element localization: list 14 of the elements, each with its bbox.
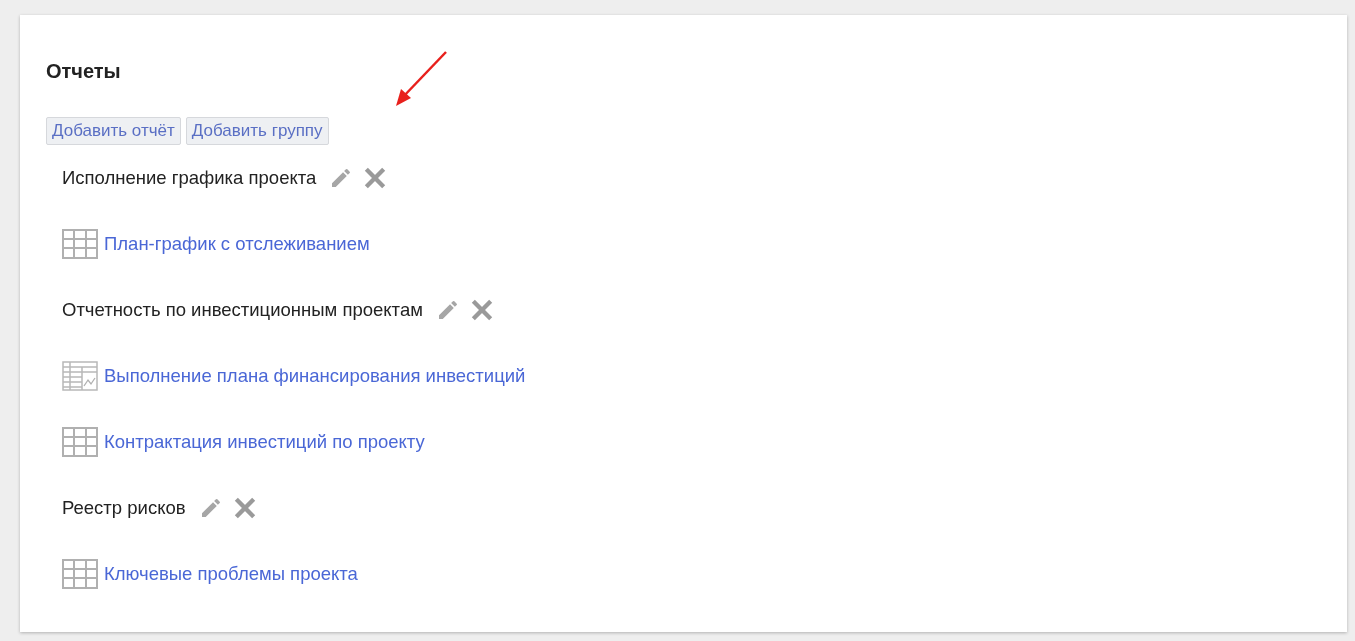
report-link[interactable]: План-график с отслеживанием <box>104 233 370 255</box>
report-link[interactable]: Выполнение плана финансирования инвестиций <box>104 365 526 387</box>
report-link[interactable]: Ключевые проблемы проекта <box>104 563 358 585</box>
table-icon <box>62 559 98 589</box>
group-name: Реестр рисков <box>62 497 186 519</box>
section-title: Отчеты <box>46 59 122 83</box>
table-chart-icon <box>62 361 98 391</box>
group-name: Исполнение графика проекта <box>62 167 317 189</box>
report-link[interactable]: Контрактация инвестиций по проекту <box>104 431 425 453</box>
add-button[interactable]: Добавить группу <box>185 117 329 145</box>
group-name: Отчетность по инвестиционным проектам <box>62 299 423 321</box>
add-button[interactable]: Добавить отчёт <box>46 117 181 145</box>
table-icon <box>62 427 98 457</box>
table-icon <box>62 229 98 259</box>
